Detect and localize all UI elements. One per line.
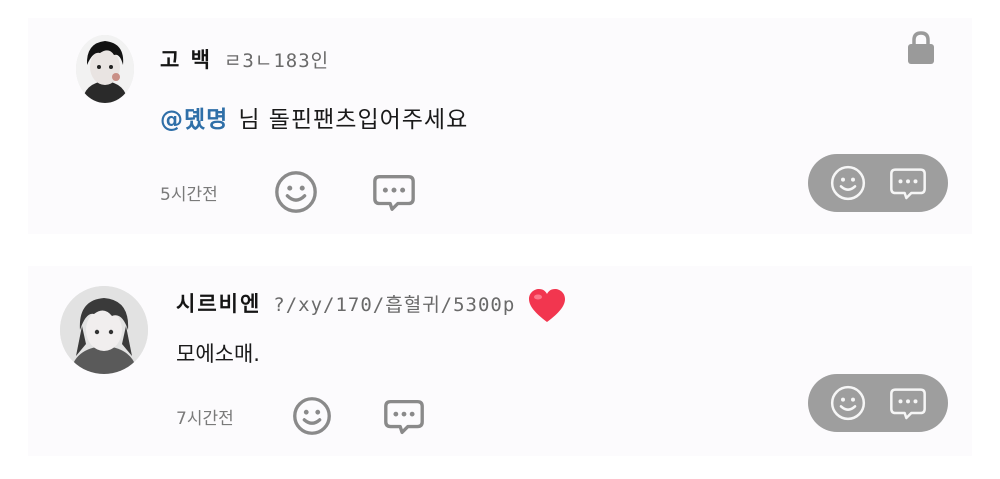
chat-bubble-icon: [384, 399, 424, 434]
chat-bubble-icon: [890, 168, 926, 200]
avatar[interactable]: [60, 286, 148, 374]
quick-action-pill: [808, 154, 948, 212]
comment-card: 고 백 ㄹ3ㄴ183인 @뎼명 님 돌핀팬츠입어주세요 5시간전: [28, 18, 972, 234]
username[interactable]: 고 백: [160, 44, 212, 74]
quick-action-pill: [808, 374, 948, 432]
smile-icon: [830, 165, 866, 201]
comment-header: 고 백 ㄹ3ㄴ183인: [160, 44, 329, 74]
pill-react-button[interactable]: [826, 381, 870, 425]
chat-bubble-icon: [373, 174, 415, 211]
pill-reply-button[interactable]: [886, 161, 930, 205]
pill-react-button[interactable]: [826, 161, 870, 205]
comment-header: 시르비엔 ?/xy/170/흡혈귀/5300p: [176, 288, 567, 324]
comment-actions: 7시간전: [176, 390, 476, 442]
smile-icon: [830, 385, 866, 421]
react-button[interactable]: [270, 166, 322, 218]
avatar-image: [60, 286, 148, 374]
comment-body: 님 돌핀팬츠입어주세요: [238, 107, 469, 133]
username[interactable]: 시르비엔: [176, 288, 261, 318]
chat-bubble-icon: [890, 388, 926, 420]
react-button[interactable]: [286, 390, 338, 442]
mention-link[interactable]: @뎼명: [160, 107, 228, 133]
heart-icon: [529, 289, 566, 322]
profile-tag: ?/xy/170/흡혈귀/5300p: [273, 294, 516, 316]
smile-icon: [293, 397, 331, 435]
pill-reply-button[interactable]: [886, 381, 930, 425]
comment-text: @뎼명 님 돌핀팬츠입어주세요: [160, 100, 468, 134]
smile-icon: [275, 171, 317, 213]
reply-button[interactable]: [378, 390, 430, 442]
reply-button[interactable]: [368, 166, 420, 218]
lock-icon[interactable]: [906, 30, 936, 66]
comment-card: 시르비엔 ?/xy/170/흡혈귀/5300p 모에소매. 7시간전: [28, 266, 972, 456]
comment-text: 모에소매.: [176, 338, 260, 368]
profile-tag: ㄹ3ㄴ183인: [223, 50, 330, 72]
timestamp: 7시간전: [176, 408, 234, 429]
avatar-image: [76, 35, 134, 103]
timestamp: 5시간전: [160, 184, 218, 205]
avatar[interactable]: [76, 35, 134, 103]
comment-actions: 5시간전: [160, 166, 466, 218]
comment-body: 모에소매.: [176, 342, 260, 366]
